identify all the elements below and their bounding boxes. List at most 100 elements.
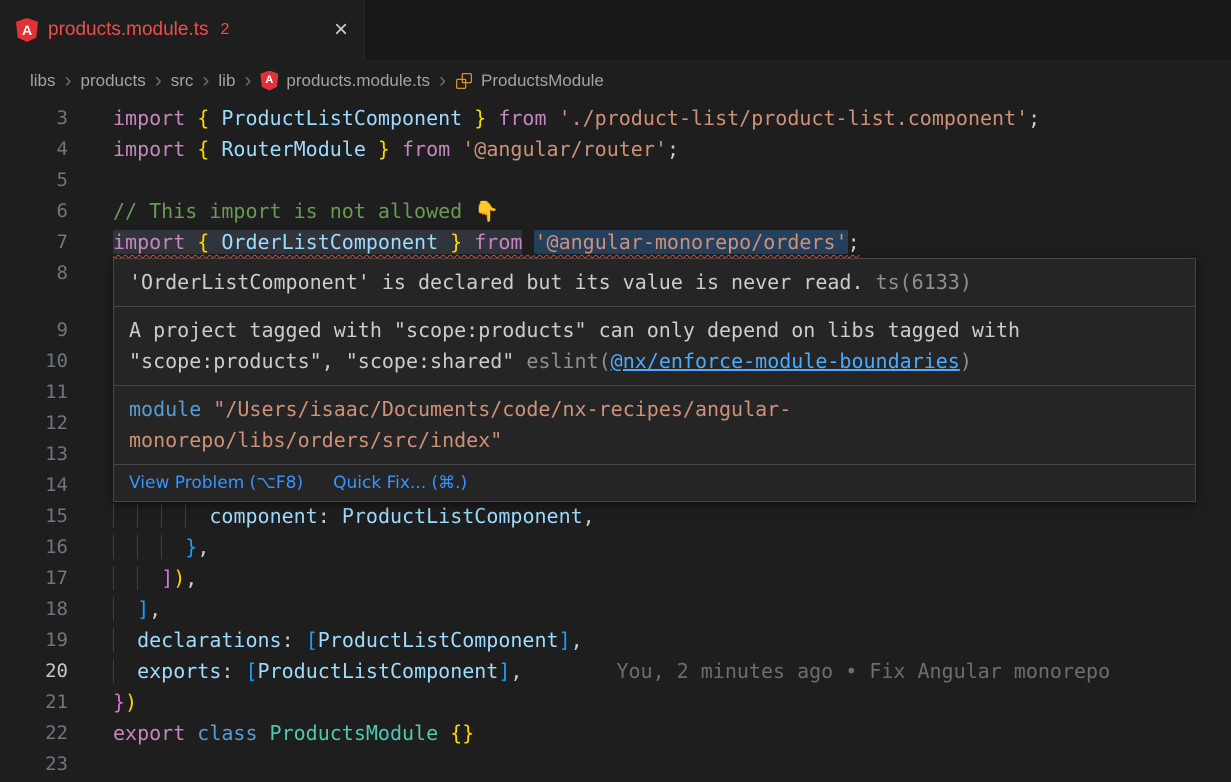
- code-token: ProductsModule: [270, 721, 451, 745]
- code-token: ): [960, 349, 972, 373]
- code-token: // This import is not allowed: [113, 199, 474, 223]
- code-token: from: [402, 137, 462, 161]
- code-token: ]: [137, 597, 149, 621]
- code-token: OrderListComponent: [221, 230, 438, 254]
- code-token: ,: [571, 628, 583, 652]
- code-token: [137, 535, 161, 559]
- code-token: ,: [149, 597, 161, 621]
- code-token: from: [474, 230, 522, 254]
- code-token: ProductListComponent: [221, 106, 462, 130]
- code-token: import: [113, 106, 197, 130]
- line-number: 7: [0, 227, 68, 258]
- code-token: [137, 566, 161, 590]
- code-line-content[interactable]: [68, 346, 113, 377]
- code-line-content[interactable]: },: [68, 532, 209, 563]
- code-token: {: [197, 106, 221, 130]
- code-editor[interactable]: 3import { ProductListComponent } from '.…: [0, 101, 1231, 782]
- code-token: ,: [185, 566, 197, 590]
- code-token: '@angular/router': [462, 137, 667, 161]
- code-line-content[interactable]: [68, 315, 113, 346]
- code-token: [137, 504, 161, 528]
- code-token: component: [209, 504, 317, 528]
- code-line-22[interactable]: 22export class ProductsModule {}: [0, 718, 1231, 749]
- line-number: 17: [0, 563, 68, 594]
- code-token: [185, 504, 209, 528]
- hover-text-line: A project tagged with "scope:products" c…: [129, 315, 1180, 346]
- breadcrumb-label: lib: [218, 71, 235, 91]
- code-token: {}: [450, 721, 474, 745]
- breadcrumb-item-products-module-ts[interactable]: Aproducts.module.ts: [260, 71, 430, 91]
- code-line-5[interactable]: 5: [0, 165, 1231, 196]
- code-line-16[interactable]: 16 },: [0, 532, 1231, 563]
- line-number: 14: [0, 470, 68, 501]
- line-number: 20: [0, 656, 68, 687]
- code-line-content[interactable]: import { RouterModule } from '@angular/r…: [68, 134, 679, 165]
- eslint-rule-link[interactable]: @nx/enforce-module-boundaries: [611, 349, 960, 373]
- code-token: export: [113, 721, 197, 745]
- code-token: [113, 535, 137, 559]
- code-line-20[interactable]: 20 exports: [ProductListComponent],You, …: [0, 656, 1231, 687]
- code-line-content[interactable]: ],: [68, 594, 161, 625]
- code-token: [113, 659, 137, 683]
- code-line-15[interactable]: 15 component: ProductListComponent,: [0, 501, 1231, 532]
- code-line-7[interactable]: 7import { OrderListComponent } from '@an…: [0, 227, 1231, 258]
- code-line-content[interactable]: [68, 165, 113, 196]
- code-line-21[interactable]: 21}): [0, 687, 1231, 718]
- breadcrumb-item-libs[interactable]: libs: [30, 71, 56, 91]
- code-token: declarations: [137, 628, 282, 652]
- code-token: [161, 504, 185, 528]
- hover-text-line: "scope:products", "scope:shared" eslint(…: [129, 346, 1180, 377]
- breadcrumb-item-products[interactable]: products: [81, 71, 146, 91]
- hover-action-bar: View Problem (⌥F8) Quick Fix... (⌘.): [114, 464, 1195, 501]
- line-number: 8: [0, 258, 68, 289]
- code-token: ,: [197, 535, 209, 559]
- code-line-content[interactable]: }): [68, 687, 137, 718]
- breadcrumb-item-src[interactable]: src: [171, 71, 194, 91]
- code-line-23[interactable]: 23: [0, 749, 1231, 780]
- code-token: ): [173, 566, 185, 590]
- code-token: ]: [161, 566, 173, 590]
- line-number: 3: [0, 103, 68, 134]
- quick-fix-button[interactable]: Quick Fix... (⌘.): [333, 472, 467, 494]
- code-line-19[interactable]: 19 declarations: [ProductListComponent],: [0, 625, 1231, 656]
- view-problem-button[interactable]: View Problem (⌥F8): [129, 472, 303, 494]
- breadcrumb-item-lib[interactable]: lib: [218, 71, 235, 91]
- line-number: 22: [0, 718, 68, 749]
- line-number: 9: [0, 315, 68, 346]
- breadcrumb-label: products: [81, 71, 146, 91]
- hover-text-line: 'OrderListComponent' is declared but its…: [129, 267, 1180, 298]
- breadcrumb-item-productsmodule[interactable]: ProductsModule: [455, 71, 604, 91]
- code-line-content[interactable]: import { ProductListComponent } from './…: [68, 103, 1040, 134]
- code-line-content[interactable]: export class ProductsModule {}: [68, 718, 474, 749]
- code-line-content[interactable]: [68, 470, 113, 501]
- code-token: :: [318, 504, 342, 528]
- code-token: [: [245, 659, 257, 683]
- code-line-18[interactable]: 18 ],: [0, 594, 1231, 625]
- code-line-content[interactable]: [68, 439, 113, 470]
- code-token: ;: [667, 137, 679, 161]
- code-line-content[interactable]: [68, 377, 113, 408]
- code-line-content[interactable]: [68, 749, 113, 780]
- class-symbol-icon: [455, 72, 473, 90]
- tab-bar: A products.module.ts 2 ×: [0, 0, 1231, 60]
- code-token: 👇: [474, 199, 499, 223]
- code-line-content[interactable]: // This import is not allowed 👇: [68, 196, 499, 227]
- code-line-content[interactable]: exports: [ProductListComponent],You, 2 m…: [68, 656, 1110, 687]
- code-line-content[interactable]: declarations: [ProductListComponent],: [68, 625, 583, 656]
- code-line-content[interactable]: import { OrderListComponent } from '@ang…: [68, 227, 860, 258]
- code-line-4[interactable]: 4import { RouterModule } from '@angular/…: [0, 134, 1231, 165]
- code-token: [113, 597, 137, 621]
- code-line-content[interactable]: ]),: [68, 563, 197, 594]
- code-line-content[interactable]: component: ProductListComponent,: [68, 501, 595, 532]
- code-line-content[interactable]: [68, 408, 113, 439]
- code-line-content[interactable]: [68, 258, 113, 289]
- code-line-3[interactable]: 3import { ProductListComponent } from '.…: [0, 103, 1231, 134]
- breadcrumb-label: libs: [30, 71, 56, 91]
- code-token: from: [498, 106, 558, 130]
- code-token: exports: [137, 659, 221, 683]
- code-line-17[interactable]: 17 ]),: [0, 563, 1231, 594]
- chevron-right-icon: ›: [202, 70, 209, 91]
- tab-products-module-ts[interactable]: A products.module.ts 2 ×: [0, 0, 365, 60]
- code-line-6[interactable]: 6// This import is not allowed 👇: [0, 196, 1231, 227]
- close-icon[interactable]: ×: [334, 18, 348, 42]
